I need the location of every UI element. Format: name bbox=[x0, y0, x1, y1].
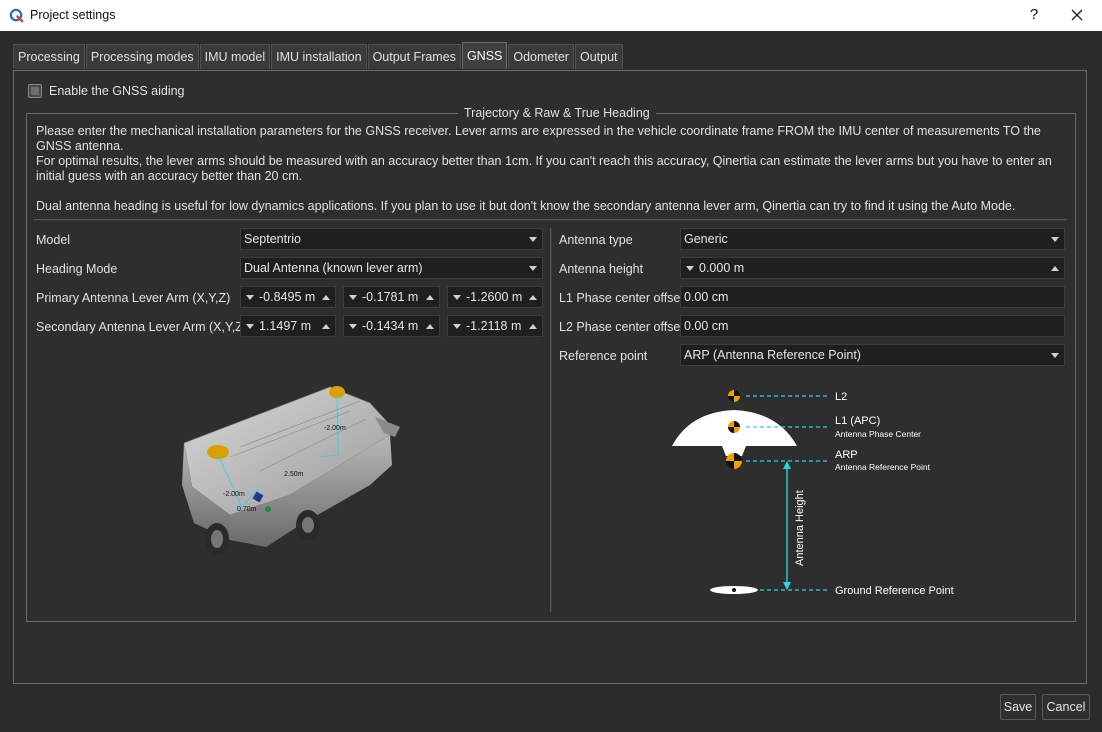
tab-processing[interactable]: Processing bbox=[13, 44, 85, 69]
decrement-icon[interactable] bbox=[349, 324, 357, 329]
increment-icon[interactable] bbox=[426, 295, 434, 300]
dimension-label: 2.50m bbox=[284, 471, 304, 478]
l2-offset-label: L2 Phase center offset bbox=[559, 320, 684, 334]
antenna-height-label: Antenna Height bbox=[794, 490, 806, 566]
decrement-icon[interactable] bbox=[686, 266, 694, 271]
decrement-icon[interactable] bbox=[453, 295, 461, 300]
ground-reference-label: Ground Reference Point bbox=[835, 585, 954, 597]
dual-antenna-paragraph: Dual antenna heading is useful for low d… bbox=[36, 199, 1016, 213]
secondary-z-value: -1.2118 m bbox=[466, 319, 522, 333]
primary-y-value: -0.1781 m bbox=[362, 290, 419, 304]
model-value: Septentrio bbox=[244, 232, 301, 246]
tab-bar: Processing Processing modes IMU model IM… bbox=[13, 42, 624, 69]
intro-paragraph: Please enter the mechanical installation… bbox=[36, 124, 1041, 153]
primary-antenna-marker bbox=[207, 445, 229, 459]
l2-offset-value: 0.00 cm bbox=[684, 319, 729, 333]
dimension-label: -2.00m bbox=[324, 425, 346, 432]
l2-label: L2 bbox=[835, 391, 847, 403]
qinertia-logo-icon bbox=[9, 8, 24, 23]
primary-y-spinbox[interactable]: -0.1781 m bbox=[343, 286, 440, 308]
chevron-down-icon bbox=[529, 237, 537, 242]
primary-z-value: -1.2600 m bbox=[466, 290, 523, 304]
l1-marker-icon bbox=[728, 421, 740, 433]
cancel-button[interactable]: Cancel bbox=[1042, 694, 1090, 720]
increment-icon[interactable] bbox=[322, 324, 330, 329]
antenna-type-select[interactable]: Generic bbox=[680, 228, 1065, 250]
heading-mode-value: Dual Antenna (known lever arm) bbox=[244, 261, 423, 275]
groupbox-title: Trajectory & Raw & True Heading bbox=[458, 106, 656, 120]
dimension-label: 0.70m bbox=[237, 506, 257, 513]
chevron-down-icon bbox=[1051, 237, 1059, 242]
primary-lever-arm-label: Primary Antenna Lever Arm (X,Y,Z) bbox=[36, 291, 231, 305]
decrement-icon[interactable] bbox=[246, 324, 254, 329]
title-bar: Project settings ? bbox=[0, 0, 1102, 31]
heading-mode-label: Heading Mode bbox=[36, 262, 118, 276]
secondary-lever-arm-label: Secondary Antenna Lever Arm (X,Y,Z) bbox=[36, 320, 247, 334]
arp-sublabel: Antenna Reference Point bbox=[835, 462, 931, 472]
secondary-y-value: -0.1434 m bbox=[362, 319, 419, 333]
increment-icon[interactable] bbox=[1051, 266, 1059, 271]
l1-offset-value: 0.00 cm bbox=[684, 290, 729, 304]
tab-gnss[interactable]: GNSS bbox=[461, 42, 508, 69]
secondary-y-spinbox[interactable]: -0.1434 m bbox=[343, 315, 440, 337]
model-label: Model bbox=[36, 233, 71, 247]
heading-mode-select[interactable]: Dual Antenna (known lever arm) bbox=[240, 257, 543, 279]
enable-gnss-row[interactable]: Enable the GNSS aiding bbox=[28, 84, 185, 98]
reference-point-select[interactable]: ARP (Antenna Reference Point) bbox=[680, 344, 1065, 366]
close-icon[interactable] bbox=[1064, 3, 1090, 27]
save-button[interactable]: Save bbox=[1000, 694, 1036, 720]
tab-imu-installation[interactable]: IMU installation bbox=[271, 44, 367, 69]
reference-point-value: ARP (Antenna Reference Point) bbox=[684, 348, 861, 362]
tab-processing-modes[interactable]: Processing modes bbox=[85, 44, 199, 69]
secondary-x-value: 1.1497 m bbox=[259, 319, 312, 333]
decrement-icon[interactable] bbox=[349, 295, 357, 300]
increment-icon[interactable] bbox=[426, 324, 434, 329]
antenna-height-label: Antenna height bbox=[559, 262, 644, 276]
primary-x-spinbox[interactable]: -0.8495 m bbox=[240, 286, 336, 308]
window-title: Project settings bbox=[30, 8, 116, 22]
tab-output-frames[interactable]: Output Frames bbox=[367, 44, 461, 69]
decrement-icon[interactable] bbox=[453, 324, 461, 329]
increment-icon[interactable] bbox=[322, 295, 330, 300]
vehicle-illustration: -2.00m 2.50m -2.00m 0.70m bbox=[182, 386, 400, 555]
tab-odometer[interactable]: Odometer bbox=[508, 44, 574, 69]
primary-x-value: -0.8495 m bbox=[259, 290, 316, 304]
dimension-label: -2.00m bbox=[223, 491, 245, 498]
reference-point-label: Reference point bbox=[559, 349, 648, 363]
secondary-x-spinbox[interactable]: 1.1497 m bbox=[240, 315, 336, 337]
model-select[interactable]: Septentrio bbox=[240, 228, 543, 250]
vertical-divider bbox=[550, 228, 552, 612]
tab-output[interactable]: Output bbox=[574, 44, 623, 69]
antenna-type-value: Generic bbox=[684, 232, 728, 246]
secondary-z-spinbox[interactable]: -1.2118 m bbox=[447, 315, 543, 337]
enable-gnss-label: Enable the GNSS aiding bbox=[49, 84, 185, 98]
increment-icon[interactable] bbox=[529, 324, 537, 329]
antenna-diagram: L2 L1 (APC) Antenna Phase Center ARP Ant… bbox=[672, 390, 954, 597]
arp-label: ARP bbox=[835, 449, 858, 461]
accuracy-paragraph: For optimal results, the lever arms shou… bbox=[36, 154, 1052, 183]
horizontal-divider bbox=[34, 219, 1067, 221]
l1-offset-field[interactable]: 0.00 cm bbox=[680, 286, 1065, 308]
increment-icon[interactable] bbox=[529, 295, 537, 300]
arp-marker-icon bbox=[726, 453, 742, 469]
antenna-height-spinbox[interactable]: 0.000 m bbox=[680, 257, 1065, 279]
antenna-height-value: 0.000 m bbox=[699, 261, 745, 275]
l1-offset-label: L1 Phase center offset bbox=[559, 291, 684, 305]
l2-marker-icon bbox=[728, 390, 740, 402]
decrement-icon[interactable] bbox=[246, 295, 254, 300]
tab-imu-model[interactable]: IMU model bbox=[199, 44, 271, 69]
help-button[interactable]: ? bbox=[1024, 4, 1044, 26]
l2-offset-field[interactable]: 0.00 cm bbox=[680, 315, 1065, 337]
l1-label: L1 (APC) bbox=[835, 415, 880, 427]
chevron-down-icon bbox=[529, 266, 537, 271]
axis-marker bbox=[265, 506, 271, 512]
l1-sublabel: Antenna Phase Center bbox=[835, 429, 921, 439]
chevron-down-icon bbox=[1051, 353, 1059, 358]
primary-z-spinbox[interactable]: -1.2600 m bbox=[447, 286, 543, 308]
antenna-type-label: Antenna type bbox=[559, 233, 633, 247]
enable-gnss-checkbox[interactable] bbox=[28, 84, 42, 98]
